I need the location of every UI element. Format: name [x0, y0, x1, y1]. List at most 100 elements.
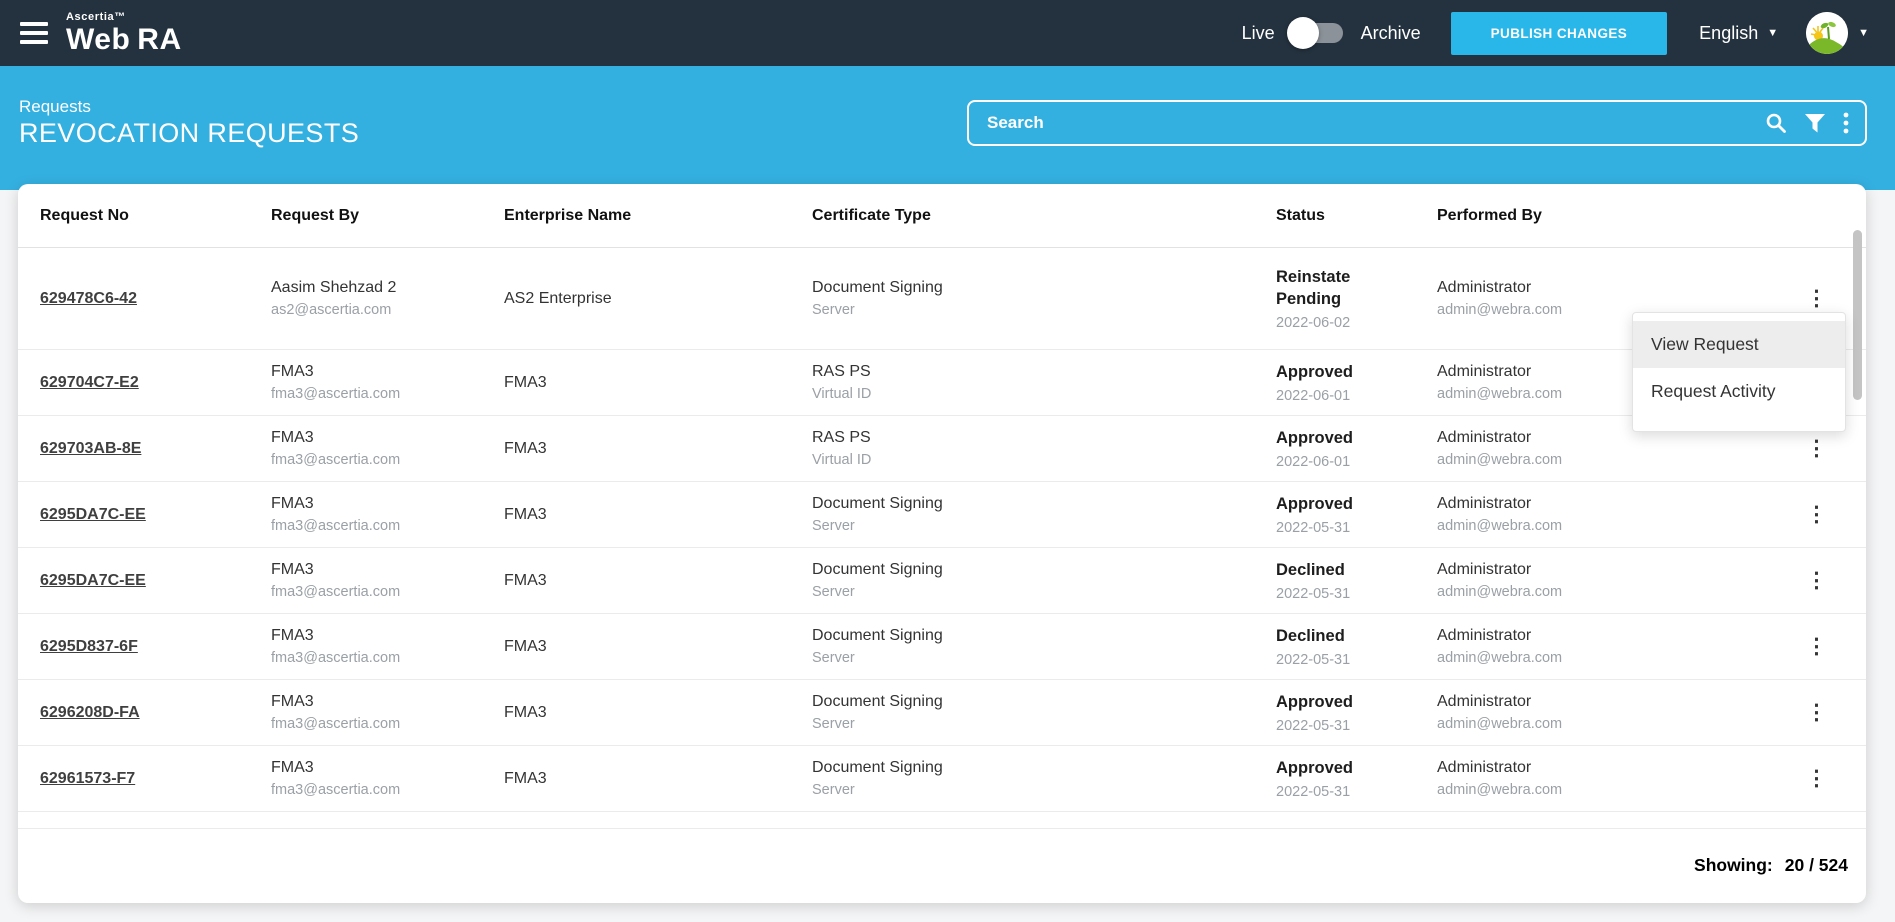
- certificate-subtype: Virtual ID: [812, 386, 1276, 402]
- certificate-subtype: Server: [812, 302, 1276, 318]
- archive-label: Archive: [1361, 23, 1421, 44]
- certificate-type: Document Signing: [812, 759, 1276, 777]
- certificate-subtype: Server: [812, 584, 1276, 600]
- search-input[interactable]: [969, 113, 1765, 133]
- request-no-link[interactable]: 6296208D-FA: [40, 704, 140, 721]
- chevron-down-icon: ▼: [1858, 27, 1869, 39]
- request-no-link[interactable]: 629704C7-E2: [40, 374, 139, 391]
- row-actions-kebab-icon[interactable]: ⋮: [1806, 568, 1824, 593]
- search-icon[interactable]: [1765, 112, 1787, 134]
- row-actions-kebab-icon[interactable]: ⋮: [1806, 502, 1824, 527]
- col-performed-by: Performed By: [1437, 207, 1737, 225]
- top-bar: Ascertia™ WebRA Live Archive PUBLISH CHA…: [0, 0, 1895, 66]
- performed-by-email: admin@webra.com: [1437, 584, 1737, 600]
- row-context-menu: View Request Request Activity: [1632, 312, 1846, 432]
- request-no-link[interactable]: 6295D837-6F: [40, 638, 138, 655]
- certificate-type: Document Signing: [812, 561, 1276, 579]
- enterprise-name: FMA3: [504, 638, 812, 656]
- certificate-type: RAS PS: [812, 429, 1276, 447]
- status-date: 2022-05-31: [1276, 520, 1437, 536]
- status-text: Approved: [1276, 691, 1376, 713]
- row-actions-kebab-icon[interactable]: ⋮: [1806, 286, 1824, 311]
- menu-item-request-activity[interactable]: Request Activity: [1633, 368, 1845, 415]
- certificate-type: Document Signing: [812, 693, 1276, 711]
- status-text: Approved: [1276, 493, 1376, 515]
- performed-by-email: admin@webra.com: [1437, 650, 1737, 666]
- performed-by-email: admin@webra.com: [1437, 452, 1737, 468]
- certificate-subtype: Server: [812, 782, 1276, 798]
- enterprise-name: FMA3: [504, 506, 812, 524]
- status-text: Approved: [1276, 427, 1376, 449]
- status-date: 2022-06-01: [1276, 454, 1437, 470]
- user-menu[interactable]: ▼: [1806, 12, 1869, 54]
- col-status: Status: [1276, 207, 1437, 225]
- enterprise-name: AS2 Enterprise: [504, 290, 812, 308]
- table-row: 629478C6-42 Aasim Shehzad 2 as2@ascertia…: [18, 248, 1866, 350]
- hamburger-menu-icon[interactable]: [20, 17, 48, 49]
- chevron-down-icon: ▼: [1767, 27, 1778, 39]
- request-by-email: as2@ascertia.com: [271, 302, 504, 318]
- table-row: 6295DA7C-EE FMA3 fma3@ascertia.com FMA3 …: [18, 548, 1866, 614]
- performed-by-name: Administrator: [1437, 693, 1737, 711]
- page-header: Requests REVOCATION REQUESTS: [0, 66, 1895, 190]
- search-bar: [967, 100, 1867, 146]
- table-row: 6295DA7C-EE FMA3 fma3@ascertia.com FMA3 …: [18, 482, 1866, 548]
- request-by-email: fma3@ascertia.com: [271, 782, 504, 798]
- performed-by-name: Administrator: [1437, 495, 1737, 513]
- request-no-link[interactable]: 6295DA7C-EE: [40, 506, 146, 523]
- status-text: Approved: [1276, 757, 1376, 779]
- enterprise-name: FMA3: [504, 374, 812, 392]
- certificate-subtype: Server: [812, 650, 1276, 666]
- row-actions-kebab-icon[interactable]: ⋮: [1806, 634, 1824, 659]
- vertical-scrollbar-thumb[interactable]: [1853, 230, 1862, 400]
- request-no-link[interactable]: 6295DA7C-EE: [40, 572, 146, 589]
- showing-count: 20 / 524: [1785, 855, 1848, 876]
- table-header-row: Request No Request By Enterprise Name Ce…: [18, 184, 1866, 248]
- request-by-name: FMA3: [271, 495, 504, 513]
- live-archive-toggle[interactable]: [1289, 23, 1343, 43]
- col-certificate-type: Certificate Type: [812, 207, 1276, 225]
- status-text: Declined: [1276, 625, 1376, 647]
- language-dropdown[interactable]: English ▼: [1699, 23, 1778, 44]
- brand-logo: Ascertia™ WebRA: [66, 12, 182, 55]
- row-actions-kebab-icon[interactable]: ⋮: [1806, 766, 1824, 791]
- avatar[interactable]: [1806, 12, 1848, 54]
- request-no-link[interactable]: 629703AB-8E: [40, 440, 141, 457]
- status-date: 2022-05-31: [1276, 784, 1437, 800]
- breadcrumb: Requests: [19, 97, 91, 117]
- table-footer: Showing: 20 / 524: [18, 829, 1866, 876]
- certificate-subtype: Server: [812, 716, 1276, 732]
- performed-by-email: admin@webra.com: [1437, 716, 1737, 732]
- request-by-name: FMA3: [271, 561, 504, 579]
- requests-table-card: Request No Request By Enterprise Name Ce…: [18, 184, 1866, 903]
- request-by-email: fma3@ascertia.com: [271, 518, 504, 534]
- clipped-next-row: [18, 812, 1866, 829]
- request-no-link[interactable]: 62961573-F7: [40, 770, 135, 787]
- certificate-subtype: Server: [812, 518, 1276, 534]
- request-no-link[interactable]: 629478C6-42: [40, 290, 137, 307]
- certificate-subtype: Virtual ID: [812, 452, 1276, 468]
- request-by-email: fma3@ascertia.com: [271, 716, 504, 732]
- row-actions-kebab-icon[interactable]: ⋮: [1806, 700, 1824, 725]
- request-by-name: FMA3: [271, 759, 504, 777]
- request-by-name: Aasim Shehzad 2: [271, 279, 504, 297]
- performed-by-name: Administrator: [1437, 279, 1737, 297]
- request-by-name: FMA3: [271, 429, 504, 447]
- kebab-icon[interactable]: [1843, 111, 1849, 135]
- enterprise-name: FMA3: [504, 572, 812, 590]
- col-request-no: Request No: [40, 207, 271, 225]
- toggle-knob[interactable]: [1287, 17, 1319, 49]
- search-bar-icons: [1765, 111, 1865, 135]
- publish-changes-button[interactable]: PUBLISH CHANGES: [1451, 12, 1668, 55]
- filter-icon[interactable]: [1805, 114, 1825, 133]
- menu-item-view-request[interactable]: View Request: [1633, 321, 1845, 368]
- performed-by-email: admin@webra.com: [1437, 782, 1737, 798]
- row-actions-kebab-icon[interactable]: ⋮: [1806, 436, 1824, 461]
- table-row: 62961573-F7 FMA3 fma3@ascertia.com FMA3 …: [18, 746, 1866, 812]
- enterprise-name: FMA3: [504, 704, 812, 722]
- request-by-email: fma3@ascertia.com: [271, 452, 504, 468]
- topbar-actions: Live Archive PUBLISH CHANGES English ▼: [1242, 12, 1869, 55]
- status-date: 2022-05-31: [1276, 652, 1437, 668]
- request-by-name: FMA3: [271, 693, 504, 711]
- table-row: 629703AB-8E FMA3 fma3@ascertia.com FMA3 …: [18, 416, 1866, 482]
